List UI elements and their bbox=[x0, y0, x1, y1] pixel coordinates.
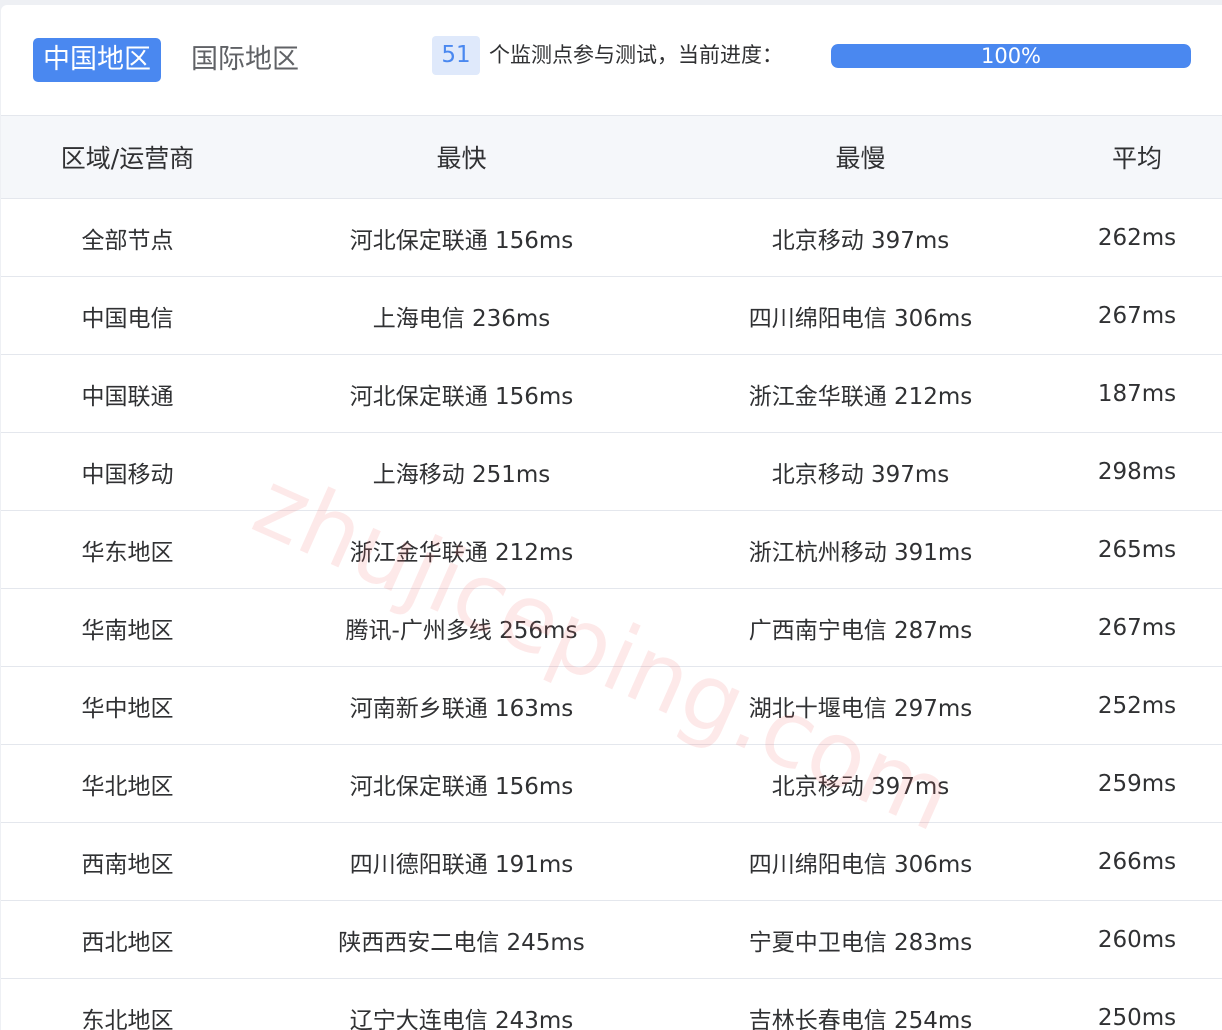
cell-average: 266ms bbox=[1052, 822, 1222, 901]
progress-bar: 100% bbox=[831, 44, 1191, 68]
cell-slowest: 四川绵阳电信 306ms bbox=[669, 276, 1052, 355]
cell-fastest: 浙江金华联通 212ms bbox=[254, 510, 669, 589]
cell-slowest: 北京移动 397ms bbox=[669, 198, 1052, 277]
table-row: 东北地区 辽宁大连电信 243ms 吉林长春电信 254ms 250ms bbox=[1, 978, 1222, 1030]
cell-region: 西北地区 bbox=[1, 900, 254, 979]
header-average: 平均 bbox=[1052, 115, 1222, 199]
cell-fastest: 河北保定联通 156ms bbox=[254, 354, 669, 433]
cell-slowest: 北京移动 397ms bbox=[669, 744, 1052, 823]
tab-international[interactable]: 国际地区 bbox=[181, 38, 309, 82]
table-row: 西南地区 四川德阳联通 191ms 四川绵阳电信 306ms 266ms bbox=[1, 822, 1222, 901]
cell-average: 259ms bbox=[1052, 744, 1222, 823]
cell-fastest: 辽宁大连电信 243ms bbox=[254, 978, 669, 1030]
cell-region: 中国移动 bbox=[1, 432, 254, 511]
cell-slowest: 四川绵阳电信 306ms bbox=[669, 822, 1052, 901]
cell-region: 华东地区 bbox=[1, 510, 254, 589]
cell-fastest: 腾讯-广州多线 256ms bbox=[254, 588, 669, 667]
cell-average: 262ms bbox=[1052, 198, 1222, 277]
table-row: 华北地区 河北保定联通 156ms 北京移动 397ms 259ms bbox=[1, 744, 1222, 823]
progress-label: 个监测点参与测试，当前进度： bbox=[489, 43, 783, 67]
results-table: 区域/运营商 最快 最慢 平均 全部节点 河北保定联通 156ms 北京移动 3… bbox=[1, 115, 1222, 1030]
cell-slowest: 浙江杭州移动 391ms bbox=[669, 510, 1052, 589]
cell-slowest: 宁夏中卫电信 283ms bbox=[669, 900, 1052, 979]
cell-fastest: 河北保定联通 156ms bbox=[254, 198, 669, 277]
cell-average: 265ms bbox=[1052, 510, 1222, 589]
cell-region: 全部节点 bbox=[1, 198, 254, 277]
cell-slowest: 湖北十堰电信 297ms bbox=[669, 666, 1052, 745]
progress-percent: 100% bbox=[980, 44, 1042, 68]
header-fastest: 最快 bbox=[254, 115, 669, 199]
cell-fastest: 上海移动 251ms bbox=[254, 432, 669, 511]
cell-region: 华中地区 bbox=[1, 666, 254, 745]
cell-average: 187ms bbox=[1052, 354, 1222, 433]
cell-fastest: 陕西西安二电信 245ms bbox=[254, 900, 669, 979]
table-row: 华南地区 腾讯-广州多线 256ms 广西南宁电信 287ms 267ms bbox=[1, 588, 1222, 667]
result-panel: 中国地区 国际地区 51 个监测点参与测试，当前进度： 100% 区域/运营商 … bbox=[1, 5, 1222, 1030]
cell-fastest: 上海电信 236ms bbox=[254, 276, 669, 355]
monitor-count-badge: 51 bbox=[432, 36, 480, 75]
cell-fastest: 河南新乡联通 163ms bbox=[254, 666, 669, 745]
cell-region: 西南地区 bbox=[1, 822, 254, 901]
table-row: 西北地区 陕西西安二电信 245ms 宁夏中卫电信 283ms 260ms bbox=[1, 900, 1222, 979]
cell-slowest: 吉林长春电信 254ms bbox=[669, 978, 1052, 1030]
header-region: 区域/运营商 bbox=[1, 115, 254, 199]
cell-slowest: 浙江金华联通 212ms bbox=[669, 354, 1052, 433]
cell-region: 中国电信 bbox=[1, 276, 254, 355]
cell-average: 252ms bbox=[1052, 666, 1222, 745]
table-row: 中国移动 上海移动 251ms 北京移动 397ms 298ms bbox=[1, 432, 1222, 511]
cell-fastest: 河北保定联通 156ms bbox=[254, 744, 669, 823]
table-row: 华中地区 河南新乡联通 163ms 湖北十堰电信 297ms 252ms bbox=[1, 666, 1222, 745]
cell-region: 中国联通 bbox=[1, 354, 254, 433]
cell-region: 华南地区 bbox=[1, 588, 254, 667]
cell-region: 华北地区 bbox=[1, 744, 254, 823]
header-slowest: 最慢 bbox=[669, 115, 1052, 199]
cell-region: 东北地区 bbox=[1, 978, 254, 1030]
cell-average: 267ms bbox=[1052, 588, 1222, 667]
cell-slowest: 广西南宁电信 287ms bbox=[669, 588, 1052, 667]
cell-slowest: 北京移动 397ms bbox=[669, 432, 1052, 511]
top-bar: 中国地区 国际地区 51 个监测点参与测试，当前进度： 100% bbox=[1, 5, 1222, 115]
cell-fastest: 四川德阳联通 191ms bbox=[254, 822, 669, 901]
cell-average: 260ms bbox=[1052, 900, 1222, 979]
table-row: 中国联通 河北保定联通 156ms 浙江金华联通 212ms 187ms bbox=[1, 354, 1222, 433]
table-row: 中国电信 上海电信 236ms 四川绵阳电信 306ms 267ms bbox=[1, 276, 1222, 355]
cell-average: 267ms bbox=[1052, 276, 1222, 355]
cell-average: 298ms bbox=[1052, 432, 1222, 511]
table-row: 华东地区 浙江金华联通 212ms 浙江杭州移动 391ms 265ms bbox=[1, 510, 1222, 589]
tab-china[interactable]: 中国地区 bbox=[33, 38, 161, 82]
table-row: 全部节点 河北保定联通 156ms 北京移动 397ms 262ms bbox=[1, 198, 1222, 277]
table-header-row: 区域/运营商 最快 最慢 平均 bbox=[1, 115, 1222, 199]
cell-average: 250ms bbox=[1052, 978, 1222, 1030]
